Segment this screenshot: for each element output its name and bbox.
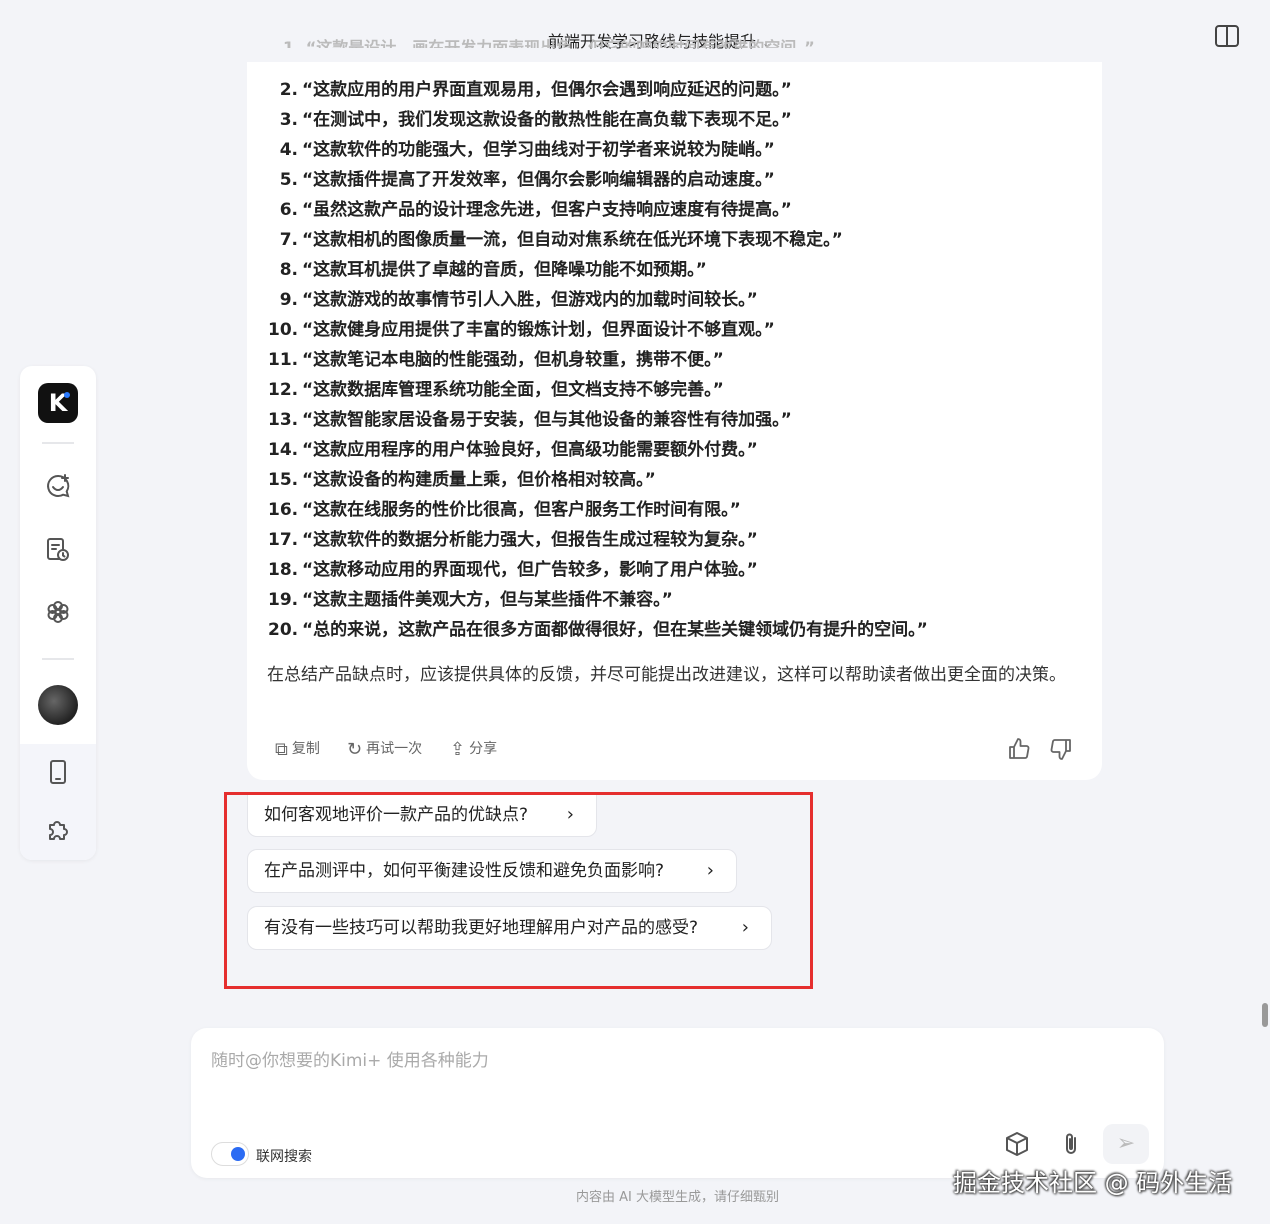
list-item-number: 8. [279, 260, 298, 280]
list-item-number: 19. [268, 590, 299, 610]
refresh-icon: ↻ [347, 739, 363, 760]
thumbs-down-icon[interactable] [1049, 737, 1073, 766]
suggestions-highlight-box [224, 792, 813, 989]
kimi-logo[interactable]: K [38, 383, 78, 423]
retry-label: 再试一次 [366, 741, 423, 757]
list-item-number: 15. [268, 470, 299, 490]
list-item: 19. “这款主题插件美观大方，但与某些插件不兼容。” [268, 586, 1088, 616]
answer-list: 2. “这款应用的用户界面直观易用，但偶尔会遇到响应延迟的问题。” 3. “在测试中，… [268, 76, 1088, 646]
share-button[interactable]: ⇪ 分享 [450, 738, 497, 760]
list-item-number: 5. [279, 170, 298, 190]
list-item-text: “这款智能家居设备易于安装，但与其他设备的兼容性有待加强。” [302, 410, 792, 430]
list-item: 4. “这款软件的功能强大，但学习曲线对于初学者来说较为陡峭。” [268, 136, 1088, 166]
list-item: 2. “这款应用的用户界面直观易用，但偶尔会遇到响应延迟的问题。” [268, 76, 1088, 106]
chat-input-box: 联网搜索 ➢ [191, 1028, 1164, 1178]
retry-button[interactable]: ↻ 再试一次 [347, 738, 422, 760]
list-item-number: 17. [268, 530, 299, 550]
list-item-text: “这款笔记本电脑的性能强劲，但机身较重，携带不便。” [302, 350, 724, 370]
list-item: 16. “这款在线服务的性价比很高，但客户服务工作时间有限。” [268, 496, 1088, 526]
list-item: 8. “这款耳机提供了卓越的音质，但降噪功能不如预期。” [268, 256, 1088, 286]
cube-icon[interactable] [1003, 1130, 1031, 1164]
list-item: 20. “总的来说，这款产品在很多方面都做得很好，但在某些关键领域仍有提升的空间。… [268, 616, 1088, 646]
web-search-label: 联网搜索 [256, 1149, 312, 1165]
list-item-text: “这款游戏的故事情节引人入胜，但游戏内的加载时间较长。” [302, 290, 758, 310]
share-icon: ⇪ [450, 739, 466, 760]
sidebar-divider [42, 658, 74, 660]
list-item-number: 4. [279, 140, 298, 160]
list-item-number: 3. [279, 110, 298, 130]
watermark: 掘金技术社区 @ 码外生活 [953, 1169, 1233, 1197]
copy-icon: ⧉ [275, 739, 288, 760]
list-item: 3. “在测试中，我们发现这款设备的散热性能在高负载下表现不足。” [268, 106, 1088, 136]
sidebar-toggle-icon[interactable] [1215, 25, 1239, 47]
list-item-number: 16. [268, 500, 299, 520]
list-item-text: “这款软件的数据分析能力强大，但报告生成过程较为复杂。” [302, 530, 758, 550]
thumbs-up-icon[interactable] [1007, 737, 1031, 766]
share-label: 分享 [469, 741, 498, 757]
list-item-text: “总的来说，这款产品在很多方面都做得很好，但在某些关键领域仍有提升的空间。” [302, 620, 928, 640]
list-item: 17. “这款软件的数据分析能力强大，但报告生成过程较为复杂。” [268, 526, 1088, 556]
list-item-number: 2. [279, 80, 298, 100]
chat-input[interactable] [211, 1046, 991, 1076]
list-item: 6. “虽然这款产品的设计理念先进，但客户支持响应速度有待提高。” [268, 196, 1088, 226]
attachment-icon[interactable] [1057, 1130, 1085, 1164]
header: 前端开发学习路线与技能提升 ⌄ [0, 0, 1270, 64]
list-item-number: 14. [268, 440, 299, 460]
list-item-text: “虽然这款产品的设计理念先进，但客户支持响应速度有待提高。” [302, 200, 792, 220]
list-item-text: “这款健身应用提供了丰富的锻炼计划，但界面设计不够直观。” [302, 320, 775, 340]
list-item-text: “这款数据库管理系统功能全面，但文档支持不够完善。” [302, 380, 724, 400]
list-item-number: 11. [268, 350, 299, 370]
list-item: 11. “这款笔记本电脑的性能强劲，但机身较重，携带不便。” [268, 346, 1088, 376]
list-item: 18. “这款移动应用的界面现代，但广告较多，影响了用户体验。” [268, 556, 1088, 586]
copy-label: 复制 [291, 741, 320, 757]
list-item-text: “这款在线服务的性价比很高，但客户服务工作时间有限。” [302, 500, 741, 520]
scrollbar-thumb[interactable] [1262, 1003, 1268, 1027]
toggle-knob [231, 1147, 245, 1161]
list-item-cutoff: 1. “这款是设计，画在开发力面表现出色，但它的响应时间有改进的空间。” [283, 38, 815, 48]
list-item-text: “这款相机的图像质量一流，但自动对焦系统在低光环境下表现不稳定。” [302, 230, 843, 250]
list-item-number: 13. [268, 410, 299, 430]
logo-dot [64, 392, 70, 398]
list-item-text: “这款插件提高了开发效率，但偶尔会影响编辑器的启动速度。” [302, 170, 775, 190]
sidebar-bottom-section [20, 744, 96, 860]
list-item-text: “这款耳机提供了卓越的音质，但降噪功能不如预期。” [302, 260, 707, 280]
left-sidebar: K [20, 366, 96, 860]
device-icon[interactable] [44, 758, 72, 786]
sidebar-divider [42, 442, 74, 444]
history-icon[interactable] [44, 536, 72, 564]
list-item: 7. “这款相机的图像质量一流，但自动对焦系统在低光环境下表现不稳定。” [268, 226, 1088, 256]
list-item-number: 20. [268, 620, 299, 640]
list-item-text: “在测试中，我们发现这款设备的散热性能在高负载下表现不足。” [302, 110, 792, 130]
list-item-number: 18. [268, 560, 299, 580]
list-item-text: “这款设备的构建质量上乘，但价格相对较高。” [302, 470, 656, 490]
list-item: 15. “这款设备的构建质量上乘，但价格相对较高。” [268, 466, 1088, 496]
send-button[interactable]: ➢ [1103, 1124, 1149, 1164]
plugin-icon[interactable] [44, 816, 72, 844]
copy-button[interactable]: ⧉ 复制 [275, 738, 320, 760]
new-chat-icon[interactable] [44, 472, 72, 500]
list-item-number: 7. [279, 230, 298, 250]
avatar[interactable] [38, 685, 78, 725]
list-item-text: “这款主题插件美观大方，但与某些插件不兼容。” [302, 590, 673, 610]
list-item-number: 9. [279, 290, 298, 310]
list-item: 9. “这款游戏的故事情节引人入胜，但游戏内的加载时间较长。” [268, 286, 1088, 316]
web-search-toggle[interactable] [211, 1142, 249, 1166]
list-item: 10. “这款健身应用提供了丰富的锻炼计划，但界面设计不够直观。” [268, 316, 1088, 346]
list-item-text: “这款应用的用户界面直观易用，但偶尔会遇到响应延迟的问题。” [302, 80, 792, 100]
list-item: 14. “这款应用程序的用户体验良好，但高级功能需要额外付费。” [268, 436, 1088, 466]
list-item-text: “这款移动应用的界面现代，但广告较多，影响了用户体验。” [302, 560, 758, 580]
send-icon: ➢ [1116, 1131, 1136, 1156]
list-item-number: 12. [268, 380, 299, 400]
list-item: 5. “这款插件提高了开发效率，但偶尔会影响编辑器的启动速度。” [268, 166, 1088, 196]
list-item-number: 10. [268, 320, 299, 340]
list-item-text: “这款应用程序的用户体验良好，但高级功能需要额外付费。” [302, 440, 758, 460]
list-item-text: “这款软件的功能强大，但学习曲线对于初学者来说较为陡峭。” [302, 140, 775, 160]
kimi-plus-icon[interactable] [44, 598, 72, 626]
list-item: 12. “这款数据库管理系统功能全面，但文档支持不够完善。” [268, 376, 1088, 406]
list-item: 13. “这款智能家居设备易于安装，但与其他设备的兼容性有待加强。” [268, 406, 1088, 436]
list-item-number: 6. [279, 200, 298, 220]
answer-summary: 在总结产品缺点时，应该提供具体的反馈，并尽可能提出改进建议，这样可以帮助读者做出… [267, 665, 1066, 685]
